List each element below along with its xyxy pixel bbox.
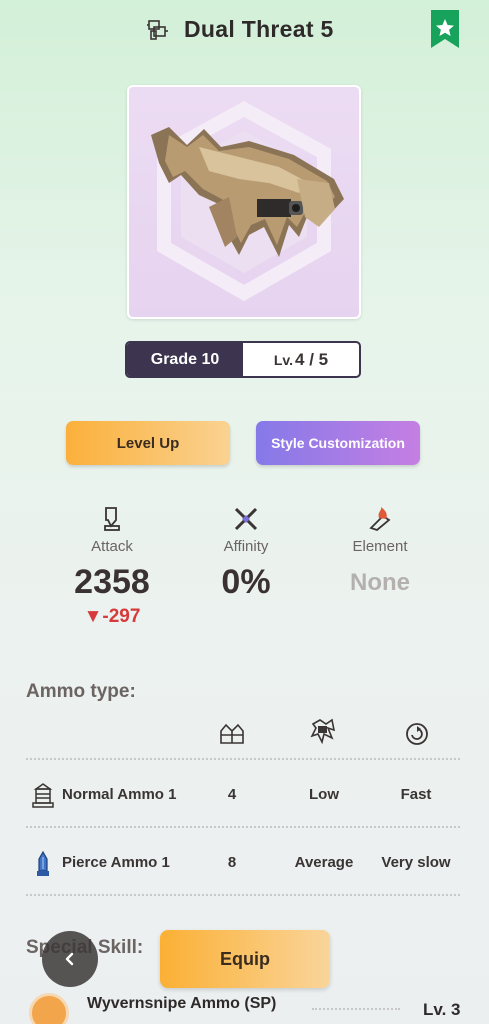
capacity-icon	[220, 723, 244, 744]
ammo-name: Normal Ammo 1	[62, 786, 177, 803]
divider	[26, 894, 460, 896]
back-button[interactable]	[42, 931, 98, 987]
level-value: 4 / 5	[295, 349, 329, 369]
attack-delta: ▼-297	[83, 606, 141, 627]
style-customization-button[interactable]: Style Customization	[256, 421, 420, 465]
grade-label: Grade 10	[127, 343, 243, 376]
divider	[26, 826, 460, 828]
divider	[26, 758, 460, 760]
level-display: Lv. 4 / 5	[243, 343, 359, 376]
equip-button[interactable]: Equip	[160, 930, 330, 988]
chevron-left-icon	[65, 952, 74, 966]
ammo-name: Pierce Ammo 1	[62, 854, 170, 871]
divider	[312, 1008, 400, 1010]
stat-element: Element None	[320, 506, 440, 597]
skill-icon	[29, 993, 69, 1024]
special-skill-row[interactable]: Wyvernsnipe Ammo (SP) Lv. 3	[0, 990, 489, 1024]
ammo-type-title: Ammo type:	[26, 681, 136, 702]
header: Dual Threat 5	[0, 0, 489, 62]
reload-icon	[406, 723, 428, 745]
level-up-button[interactable]: Level Up	[66, 421, 230, 465]
ammo-row: Pierce Ammo 1 8 Average Very slow	[0, 843, 489, 883]
grade-level-bar: Grade 10 Lv. 4 / 5	[125, 341, 361, 378]
attack-value: 2358	[74, 563, 150, 601]
normal-ammo-icon	[32, 783, 54, 808]
star-bookmark-icon[interactable]	[431, 10, 459, 48]
stat-affinity: Affinity 0%	[186, 506, 306, 602]
sword-icon	[104, 507, 120, 531]
attack-label: Attack	[91, 538, 133, 555]
ammo-recoil: Low	[309, 786, 339, 803]
ammo-row: Normal Ammo 1 4 Low Fast	[0, 775, 489, 815]
element-label: Element	[352, 538, 408, 555]
weapon-image	[151, 101, 344, 302]
element-value: None	[350, 569, 410, 596]
skill-name: Wyvernsnipe Ammo (SP)	[87, 995, 277, 1012]
ammo-reload: Very slow	[381, 854, 451, 871]
affinity-label: Affinity	[223, 538, 269, 555]
page-title: Dual Threat 5	[184, 16, 334, 42]
crossed-blades-icon	[234, 507, 258, 531]
stat-attack: Attack 2358 ▼-297	[52, 506, 172, 628]
weapon-image-card	[127, 85, 361, 319]
ammo-capacity: 8	[227, 854, 237, 871]
skill-level: Lv. 3	[423, 1000, 461, 1019]
affinity-value: 0%	[221, 563, 271, 601]
recoil-icon	[310, 718, 336, 744]
ammo-reload: Fast	[400, 786, 432, 803]
ammo-capacity: 4	[227, 786, 237, 803]
flame-blade-icon	[369, 507, 391, 532]
bowgun-icon	[147, 20, 168, 40]
level-label: Lv.	[273, 351, 294, 368]
pierce-ammo-icon	[37, 851, 49, 876]
ammo-recoil: Average	[294, 854, 354, 871]
